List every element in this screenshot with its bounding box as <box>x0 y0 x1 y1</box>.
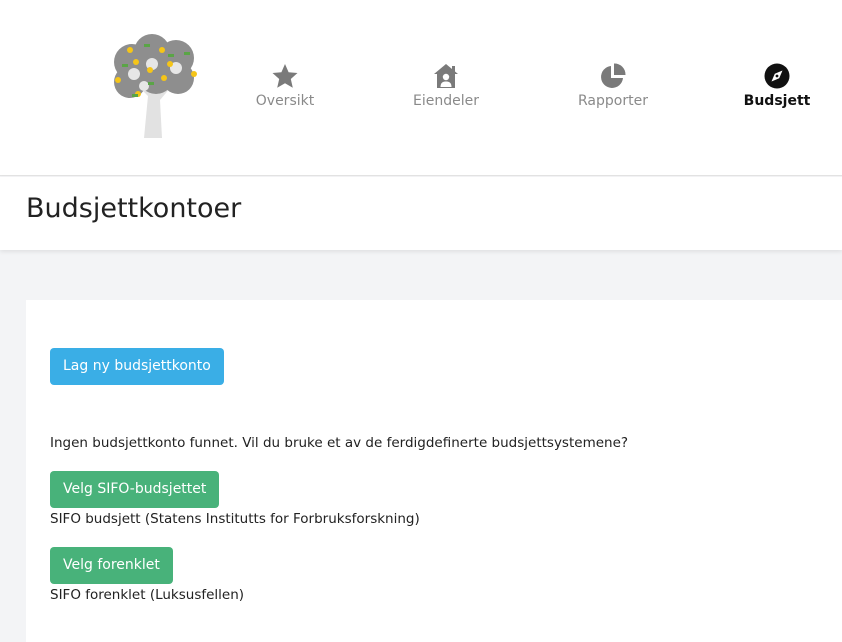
top-navigation: Oversikt Eiendeler Rapporter Budsjett <box>0 0 842 176</box>
nav-label-oversikt: Oversikt <box>255 93 315 109</box>
tree-logo-icon <box>114 34 197 138</box>
select-sifo-budget-button[interactable]: Velg SIFO-budsjettet <box>50 471 220 508</box>
star-icon <box>272 64 298 88</box>
new-budget-account-button[interactable]: Lag ny budsjettkonto <box>50 348 224 385</box>
page-title: Budsjettkontoer <box>26 193 242 224</box>
nav-item-oversikt[interactable]: Oversikt <box>225 62 345 109</box>
sifo-budget-description: SIFO budsjett (Statens Institutts for Fo… <box>50 511 420 527</box>
no-account-message: Ingen budsjettkonto funnet. Vil du bruke… <box>50 435 629 451</box>
nav-label-budsjett: Budsjett <box>743 93 811 109</box>
nav-label-rapporter: Rapporter <box>578 93 648 109</box>
budget-accounts-card: Lag ny budsjettkonto Ingen budsjettkonto… <box>26 300 842 642</box>
compass-icon <box>764 63 790 89</box>
nav-item-eiendeler[interactable]: Eiendeler <box>386 62 506 109</box>
nav-item-rapporter[interactable]: Rapporter <box>553 62 673 109</box>
nav-item-budsjett[interactable]: Budsjett <box>717 62 837 109</box>
pie-chart-icon <box>601 63 626 88</box>
select-simplified-budget-button[interactable]: Velg forenklet <box>50 547 173 584</box>
simplified-budget-description: SIFO forenklet (Luksusfellen) <box>50 587 245 603</box>
page-header: Budsjettkontoer <box>0 177 842 250</box>
nav-label-eiendeler: Eiendeler <box>413 93 479 109</box>
house-person-icon <box>434 64 458 88</box>
